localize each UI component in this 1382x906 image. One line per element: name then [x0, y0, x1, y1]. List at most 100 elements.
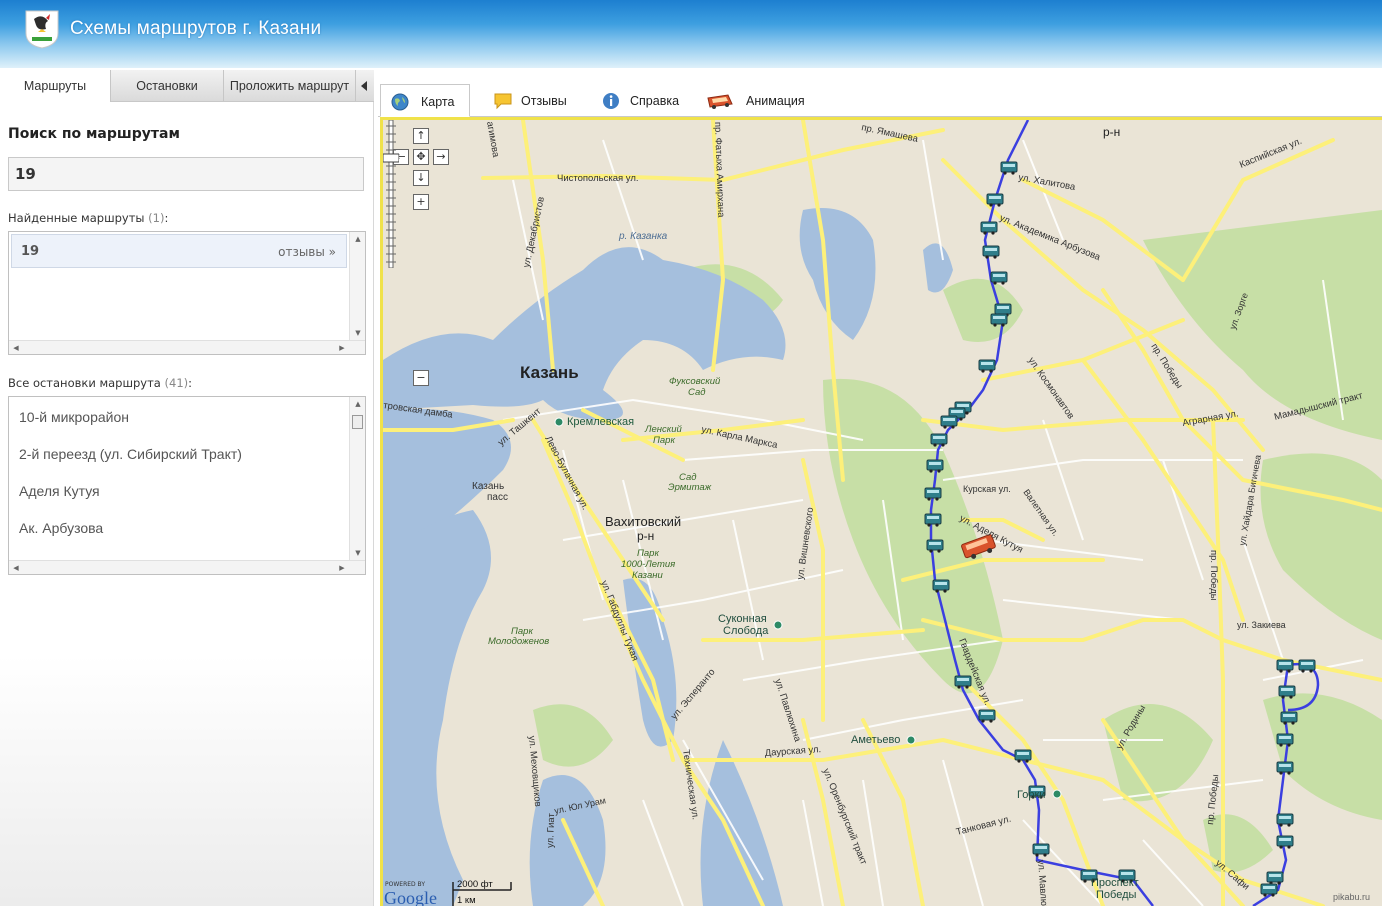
pan-down-button[interactable]: ↓	[413, 170, 429, 186]
park-label: Ленский	[644, 424, 683, 435]
river-label: р. Казанка	[618, 231, 668, 242]
station-label: Казань	[472, 481, 504, 492]
found-routes-label-text: Найденные маршруты	[8, 211, 145, 225]
metro-icon[interactable]	[554, 417, 564, 427]
scroll-right-arrow-icon[interactable]: ▶	[335, 341, 349, 355]
zoom-out-button[interactable]: −	[413, 370, 429, 386]
triangle-left-icon	[361, 81, 367, 91]
search-section-title: Поиск по маршрутам	[8, 126, 180, 142]
tab-animation-label: Анимация	[746, 94, 805, 108]
list-item[interactable]: Аделя Кутуя	[19, 483, 100, 499]
pan-center-button[interactable]: ✥	[413, 149, 429, 165]
tab-animation[interactable]: Анимация	[706, 84, 816, 117]
tab-stops[interactable]: Остановки	[111, 70, 224, 101]
found-routes-list: 19 отзывы » ▲ ▼ ◀ ▶	[8, 231, 366, 355]
metro-label: Горки	[1017, 789, 1045, 801]
park-label: Сад	[688, 387, 706, 398]
street-label: ул. Закиева	[1237, 620, 1286, 630]
tab-help[interactable]: Справка	[600, 84, 690, 117]
street-label: пр. Победы	[1208, 550, 1219, 601]
info-icon	[603, 93, 619, 109]
street-label: Чистопольская ул.	[557, 173, 639, 184]
scale-ft-label: 2000 фт	[457, 879, 493, 890]
comment-icon	[494, 93, 512, 110]
list-item[interactable]: 2-й переезд (ул. Сибирский Тракт)	[19, 446, 242, 462]
scroll-left-arrow-icon[interactable]: ◀	[9, 561, 23, 575]
map-label-district-suffix: р-н	[637, 529, 654, 543]
bus-icon	[707, 94, 733, 109]
scale-km-label: 1 км	[457, 895, 476, 906]
route-map[interactable]: Казань Вахитовский р-н р-н Кремлевская р…	[380, 117, 1382, 906]
metro-label: Проспект	[1091, 877, 1139, 889]
metro-icon[interactable]	[773, 620, 783, 630]
stops-vscrollbar[interactable]: ▲ ▼	[349, 397, 365, 560]
map-canvas[interactable]: Казань Вахитовский р-н р-н Кремлевская р…	[383, 120, 1382, 906]
park-label: Эрмитаж	[668, 482, 712, 493]
scroll-down-arrow-icon[interactable]: ▼	[350, 326, 366, 340]
park-label: 1000-Летия	[621, 559, 675, 570]
map-label-district: Вахитовский	[605, 514, 681, 529]
left-tabs: Маршруты Остановки Проложить маршрут	[0, 70, 374, 102]
park-label: Парк	[637, 548, 659, 559]
list-item[interactable]: 19 отзывы »	[11, 234, 347, 268]
route-search-input[interactable]	[9, 158, 363, 190]
scroll-up-arrow-icon[interactable]: ▲	[350, 232, 366, 246]
tab-reviews-label: Отзывы	[521, 94, 567, 108]
scroll-right-arrow-icon[interactable]: ▶	[335, 561, 349, 575]
station-label: пасс	[487, 492, 508, 503]
tab-map-label: Карта	[421, 95, 455, 109]
kazan-coat-of-arms-logo	[25, 10, 59, 49]
route-reviews-link[interactable]: отзывы »	[278, 245, 336, 259]
map-label-city: Казань	[520, 363, 579, 382]
metro-label: Аметьево	[851, 734, 900, 746]
park-label: Казани	[632, 570, 663, 581]
metro-label: Суконная	[718, 613, 767, 625]
pan-right-button[interactable]: →	[433, 149, 449, 165]
zoom-slider[interactable]	[383, 120, 399, 268]
scroll-left-arrow-icon[interactable]: ◀	[9, 341, 23, 355]
route-number: 19	[21, 244, 40, 259]
google-logo: Google	[384, 888, 437, 906]
found-routes-vscrollbar[interactable]: ▲ ▼	[349, 232, 365, 340]
metro-icon[interactable]	[906, 735, 916, 745]
route-stops-list: 10-й микрорайон 2-й переезд (ул. Сибирск…	[8, 396, 366, 575]
tab-help-label: Справка	[630, 94, 680, 108]
found-routes-label: Найденные маршруты (1):	[8, 211, 168, 225]
zoom-in-button[interactable]: +	[413, 194, 429, 210]
metro-label: Слобода	[723, 625, 769, 637]
scrollbar-thumb[interactable]	[352, 415, 363, 429]
app-title: Схемы маршрутов г. Казани	[70, 18, 322, 39]
list-item[interactable]: 10-й микрорайон	[19, 409, 129, 425]
street-label: Курская ул.	[963, 484, 1011, 494]
tab-map[interactable]: Карта	[380, 84, 470, 117]
pan-up-button[interactable]: ↑	[413, 128, 429, 144]
scroll-down-arrow-icon[interactable]: ▼	[350, 546, 366, 560]
found-routes-hscrollbar[interactable]: ◀ ▶	[9, 340, 365, 354]
route-search-box[interactable]	[8, 157, 364, 191]
scroll-up-arrow-icon[interactable]: ▲	[350, 397, 366, 411]
route-stops-label: Все остановки маршрута (41):	[8, 376, 192, 390]
tab-build-route[interactable]: Проложить маршрут	[224, 70, 356, 101]
powered-by-label: POWERED BY	[385, 881, 425, 888]
left-panel: Маршруты Остановки Проложить маршрут Пои…	[0, 70, 374, 906]
app-header: Схемы маршрутов г. Казани	[0, 0, 1382, 68]
tab-routes[interactable]: Маршруты	[0, 70, 111, 102]
collapse-panel-button[interactable]	[356, 70, 374, 101]
found-routes-count: (1)	[148, 211, 165, 225]
route-stops-count: (41)	[164, 376, 189, 390]
map-tabs: Карта Отзывы Справка Анимация	[378, 84, 1382, 117]
globe-icon	[391, 93, 409, 111]
metro-label: Победы	[1096, 889, 1136, 901]
metro-label: Кремлевская	[567, 416, 634, 428]
stops-hscrollbar[interactable]: ◀ ▶	[9, 560, 365, 574]
park-label: Молодоженов	[488, 636, 549, 647]
zoom-slider-handle[interactable]	[383, 153, 399, 163]
route-stops-label-text: Все остановки маршрута	[8, 376, 161, 390]
found-routes-colon: :	[164, 211, 169, 225]
park-label: Фуксовский	[669, 376, 721, 387]
list-item[interactable]: Ак. Арбузова	[19, 520, 103, 536]
metro-icon[interactable]	[1052, 789, 1062, 799]
map-label-district-suffix: р-н	[1103, 125, 1120, 139]
watermark: pikabu.ru	[1333, 892, 1370, 902]
tab-reviews[interactable]: Отзывы	[490, 84, 580, 117]
